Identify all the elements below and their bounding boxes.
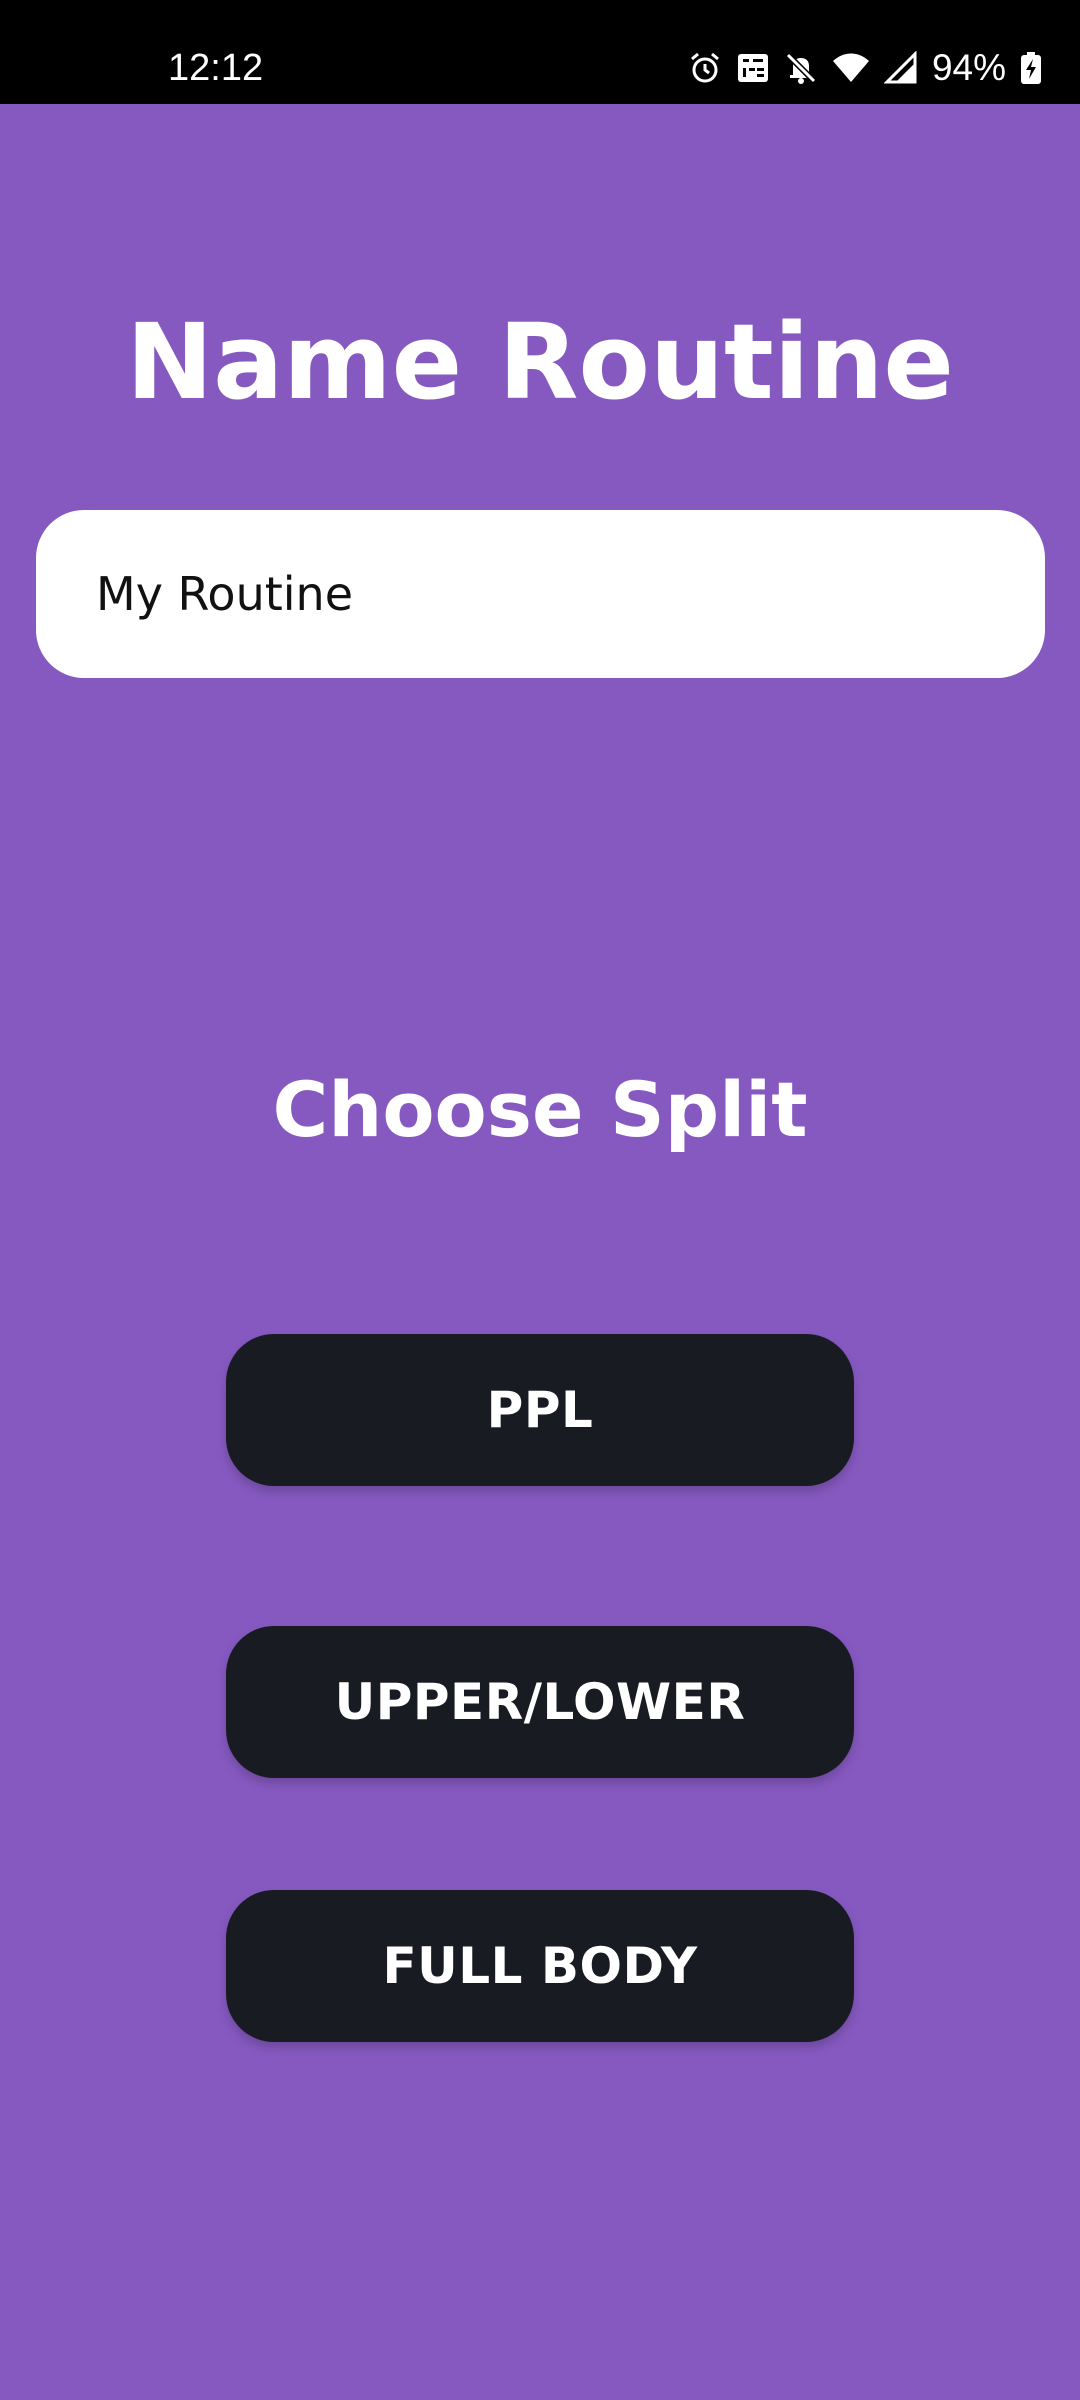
volte-icon xyxy=(736,51,770,85)
wifi-icon xyxy=(832,51,870,85)
full-body-button[interactable]: FULL BODY xyxy=(226,1890,854,2042)
choose-split-title: Choose Split xyxy=(272,1065,808,1154)
page-title: Name Routine xyxy=(126,301,954,423)
battery-charging-icon xyxy=(1020,51,1042,85)
status-bar: 12:12 94% xyxy=(0,0,1080,104)
status-icons: 94% xyxy=(688,44,1042,92)
upper-lower-button[interactable]: UPPER/LOWER xyxy=(226,1626,854,1778)
ppl-button[interactable]: PPL xyxy=(226,1334,854,1486)
routine-name-input[interactable] xyxy=(96,567,996,621)
signal-icon xyxy=(883,51,918,85)
alarm-icon xyxy=(688,51,722,85)
battery-percent: 94% xyxy=(931,47,1006,88)
mute-icon xyxy=(784,51,818,85)
name-routine-screen: Name Routine Choose Split PPL UPPER/LOWE… xyxy=(0,104,1080,2400)
status-time: 12:12 xyxy=(168,47,264,89)
routine-name-field[interactable] xyxy=(36,510,1045,678)
